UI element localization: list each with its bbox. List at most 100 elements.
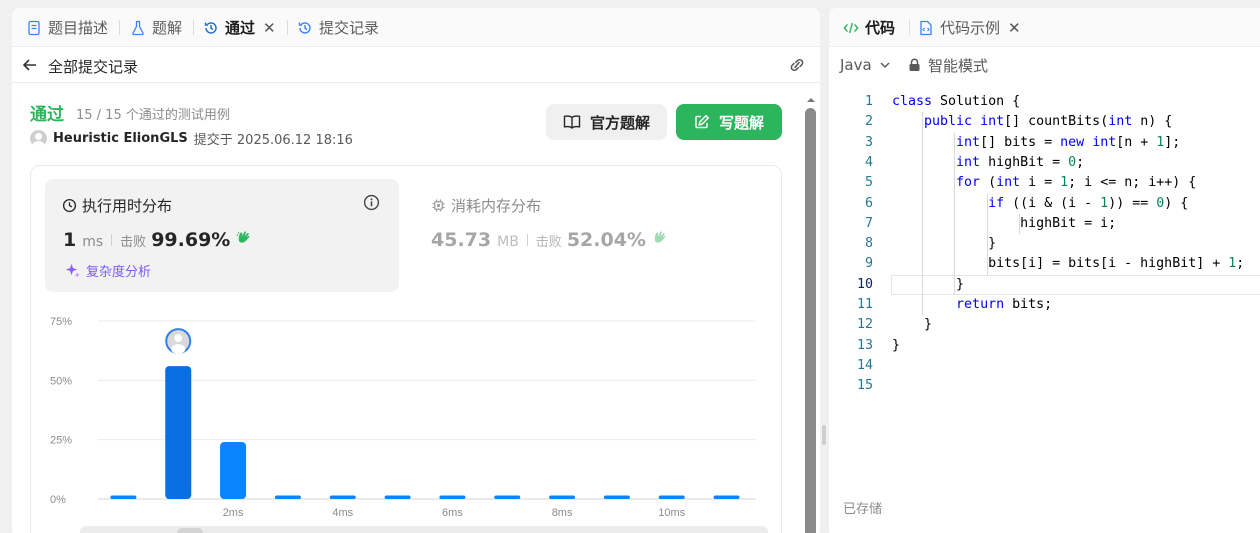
chart-bar[interactable] [220,442,247,499]
memory-value: 45.73 [431,229,492,251]
complexity-analysis-label: 复杂度分析 [86,265,152,280]
code-line[interactable]: 3 int[] bits = new int[n + 1]; [829,133,1260,153]
scroll-thumb[interactable] [805,108,816,533]
chart-bar[interactable] [384,495,411,499]
code-text: highBit = i; [892,215,1117,231]
memory-beat-value: 52.04% [566,229,646,251]
left-tab-bar: 题目描述 题解 通过 ✕ 提交记录 [12,8,820,47]
code-line[interactable]: 11 return bits; [829,295,1260,315]
chart-bar[interactable] [658,495,685,499]
code-line[interactable]: 9 bits[i] = bits[i - highBit] + 1; [829,254,1260,274]
line-number: 7 [864,215,873,231]
runtime-unit: ms [82,234,104,250]
document-icon [26,20,42,36]
tab-submissions[interactable]: 提交记录 [297,8,379,47]
sparkle-icon [65,263,80,278]
info-icon[interactable] [363,194,380,215]
close-icon[interactable]: ✕ [263,19,276,37]
y-tick-label: 50% [50,375,72,387]
tab-accepted[interactable]: 通过 ✕ [203,8,276,47]
clap-icon [651,229,668,250]
submission-subheader: 全部提交记录 [12,47,820,83]
code-line[interactable]: 6 if ((i & (i - 1)) == 0) { [829,194,1260,214]
code-text: bits[i] = bits[i - highBit] + 1; [892,256,1245,272]
runtime-value: 1 [63,229,77,251]
code-line[interactable]: 10 } [829,274,1260,295]
indent-guide [954,132,956,295]
chart-bar[interactable] [329,495,356,499]
code-panel: 代码 代码示例 ✕ Java 智能模式 1 class Solution {2 p… [829,8,1260,533]
scroll-up-icon[interactable] [805,94,817,106]
code-toolbar: Java 智能模式 [829,47,1260,83]
code-line[interactable]: 1 class Solution { [829,92,1260,112]
code-line[interactable]: 8 } [829,234,1260,254]
tab-divider [193,20,194,35]
indent-guide [986,193,988,275]
tab-code-example-label: 代码示例 [940,19,1001,37]
runtime-beat-value: 99.69% [151,229,231,251]
code-line[interactable]: 15 [829,376,1260,396]
line-number: 11 [856,297,873,312]
history-icon [297,20,313,36]
runtime-metric-box[interactable]: 执行用时分布 1 ms 击败 99.69% 复杂度分析 [45,179,399,292]
chart-bar[interactable] [494,495,521,499]
code-line[interactable]: 13} [829,336,1260,356]
tab-solutions[interactable]: 题解 [130,8,182,47]
close-icon[interactable]: ✕ [1008,19,1021,37]
link-icon[interactable] [787,56,807,78]
panel-resize-handle[interactable] [822,425,826,445]
tab-code-label: 代码 [865,19,896,37]
back-arrow-icon[interactable] [21,56,39,78]
code-line[interactable]: 7 highBit = i; [829,214,1260,234]
code-text: } [892,317,933,333]
saved-status: 已存储 [843,502,883,517]
tab-divider [909,20,910,35]
code-text: if ((i & (i - 1)) == 0) { [988,195,1189,211]
all-submissions-title: 全部提交记录 [48,58,139,76]
tab-code[interactable]: 代码 [843,8,895,47]
language-label: Java [840,56,872,74]
line-number: 10 [856,276,873,292]
chart-bar[interactable] [110,495,137,499]
chart-bar[interactable] [274,495,301,499]
tab-description[interactable]: 题目描述 [26,8,108,47]
memory-title[interactable]: 消耗内存分布 [431,195,541,216]
line-number: 5 [864,175,873,191]
clap-icon [235,229,252,250]
line-number: 14 [856,357,873,373]
tab-code-example[interactable]: 代码示例 ✕ [918,8,1021,47]
code-line[interactable]: 14 [829,356,1260,376]
author-name[interactable]: Heuristic ElionGLS [53,131,188,146]
chart-bar[interactable] [713,495,740,499]
write-solution-button[interactable]: 写题解 [676,104,782,140]
chart-bar[interactable] [165,366,192,499]
chart-bar[interactable] [439,495,466,499]
code-line[interactable]: 5 for (int i = 1; i <= n; i++) { [829,173,1260,193]
indent-guide [922,112,924,316]
code-line[interactable]: 12 } [829,315,1260,335]
language-select[interactable]: Java [840,56,892,74]
code-text: public int[] countBits(int n) { [924,114,1173,130]
code-line[interactable]: 4 int highBit = 0; [829,153,1260,173]
horizontal-scroll-thumb[interactable] [177,528,203,533]
divider [526,234,528,246]
code-text: } [892,236,997,252]
avatar[interactable] [30,130,47,147]
submission-time: 提交于 2025.06.12 18:16 [193,133,353,148]
line-number: 2 [864,114,873,130]
tab-submissions-label: 提交记录 [319,19,380,37]
line-number: 12 [856,317,873,333]
memory-unit: MB [497,234,519,250]
code-line[interactable]: 2 public int[] countBits(int n) { [829,112,1260,132]
code-text: class Solution { [892,94,1021,109]
runtime-beat-label: 击败 [120,235,147,250]
official-solution-button[interactable]: 官方题解 [546,104,667,140]
divider [111,234,113,246]
line-number: 8 [864,236,873,252]
chart-bar[interactable] [603,495,630,499]
complexity-analysis-link[interactable]: 复杂度分析 [64,261,151,280]
flask-icon [130,20,146,36]
chart-bar[interactable] [549,495,576,499]
chevron-down-icon [880,62,890,68]
smart-mode-toggle[interactable]: 智能模式 [908,55,988,76]
